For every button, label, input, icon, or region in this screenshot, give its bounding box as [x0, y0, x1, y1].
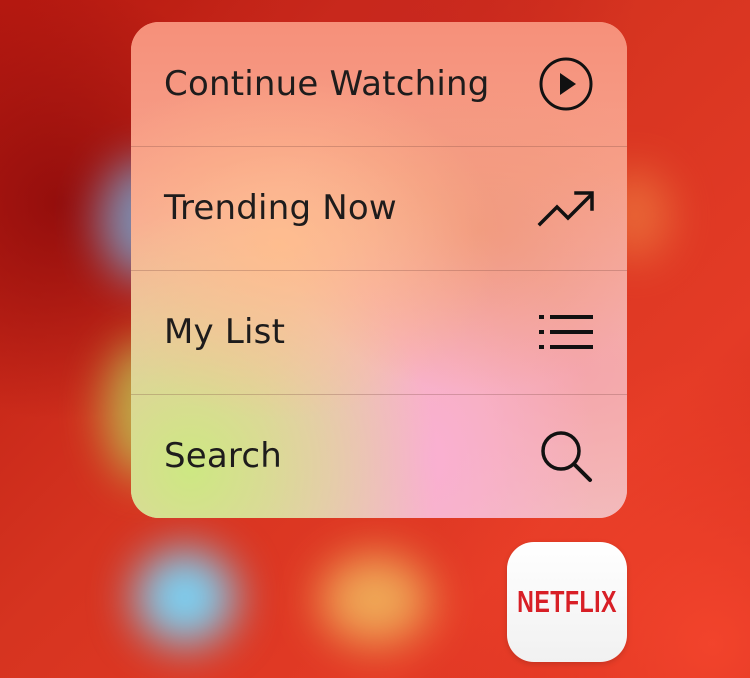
netflix-app-icon[interactable]: NETFLIX: [507, 542, 627, 662]
blurred-app-icon: [135, 550, 235, 645]
quick-actions-menu: Continue Watching Trending Now My List S…: [131, 22, 627, 518]
play-circle-icon: [537, 55, 595, 113]
netflix-logo: NETFLIX: [517, 584, 617, 619]
blurred-app-icon: [320, 555, 430, 645]
trending-up-icon: [537, 179, 595, 237]
continue-watching-label: Continue Watching: [164, 64, 490, 104]
search-action[interactable]: Search: [131, 394, 627, 518]
list-icon: [537, 303, 595, 361]
trending-now-label: Trending Now: [164, 188, 397, 228]
continue-watching-action[interactable]: Continue Watching: [131, 22, 627, 146]
trending-now-action[interactable]: Trending Now: [131, 146, 627, 270]
my-list-action[interactable]: My List: [131, 270, 627, 394]
search-icon: [537, 427, 595, 485]
my-list-label: My List: [164, 312, 286, 352]
search-label: Search: [164, 436, 283, 476]
